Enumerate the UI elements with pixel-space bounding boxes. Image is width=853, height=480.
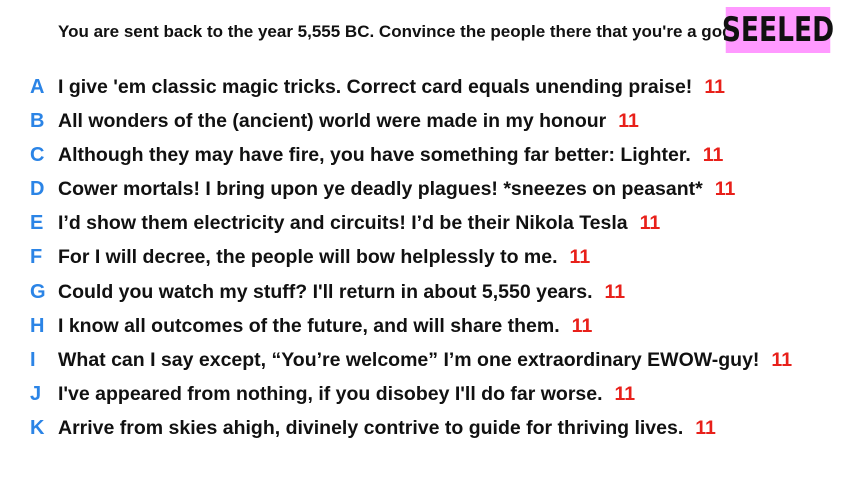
response-letter: J — [30, 382, 42, 405]
response-text: I give 'em classic magic tricks. Correct… — [58, 76, 725, 99]
response-body: What can I say except, “You’re welcome” … — [58, 348, 760, 371]
response-text: Could you watch my stuff? I'll return in… — [58, 281, 625, 304]
response-score: 11 — [614, 382, 636, 405]
response-text: Arrive from skies ahigh, divinely contri… — [58, 417, 716, 440]
response-score: 11 — [639, 211, 661, 234]
response-text: I know all outcomes of the future, and w… — [58, 315, 592, 338]
response-letter: E — [30, 211, 44, 234]
response-text: I've appeared from nothing, if you disob… — [58, 383, 635, 406]
response-score: 11 — [704, 75, 725, 98]
response-body: Although they may have fire, you have so… — [58, 143, 691, 166]
response-score: 11 — [571, 314, 593, 337]
response-letter: A — [30, 75, 45, 98]
response-score: 11 — [695, 416, 716, 439]
response-body: All wonders of the (ancient) world were … — [58, 109, 607, 132]
prompt-text: You are sent back to the year 5,555 BC. … — [58, 22, 738, 41]
response-letter: I — [30, 348, 36, 371]
response-score: 11 — [569, 245, 591, 268]
response-letter: G — [30, 280, 46, 303]
response-body: I give 'em classic magic tricks. Correct… — [58, 75, 693, 98]
response-letter: F — [30, 245, 43, 268]
response-body: Arrive from skies ahigh, divinely contri… — [58, 416, 684, 439]
response-letter: K — [30, 416, 45, 439]
response-body: Could you watch my stuff? I'll return in… — [58, 280, 593, 303]
response-body: Cower mortals! I bring upon ye deadly pl… — [58, 177, 703, 200]
response-letter: D — [30, 177, 45, 200]
response-score: 11 — [771, 348, 793, 371]
response-body: I’d show them electricity and circuits! … — [58, 211, 628, 234]
response-letter: H — [30, 314, 45, 337]
response-score: 11 — [604, 280, 626, 303]
response-body: I know all outcomes of the future, and w… — [58, 314, 560, 337]
response-text: I’d show them electricity and circuits! … — [58, 212, 660, 235]
response-text: All wonders of the (ancient) world were … — [58, 110, 639, 133]
response-text: Cower mortals! I bring upon ye deadly pl… — [58, 178, 735, 201]
response-letter: C — [30, 143, 45, 166]
response-text: What can I say except, “You’re welcome” … — [58, 349, 792, 372]
status-badge: SEELED — [722, 7, 834, 53]
response-body: I've appeared from nothing, if you disob… — [58, 382, 603, 405]
badge-label: SEELED — [721, 10, 835, 50]
response-score: 11 — [714, 177, 736, 200]
response-text: For I will decree, the people will bow h… — [58, 246, 590, 269]
response-score: 11 — [702, 143, 724, 166]
response-text: Although they may have fire, you have so… — [58, 144, 723, 167]
response-score: 11 — [618, 109, 639, 132]
response-letter: B — [30, 109, 45, 132]
response-body: For I will decree, the people will bow h… — [58, 245, 558, 268]
